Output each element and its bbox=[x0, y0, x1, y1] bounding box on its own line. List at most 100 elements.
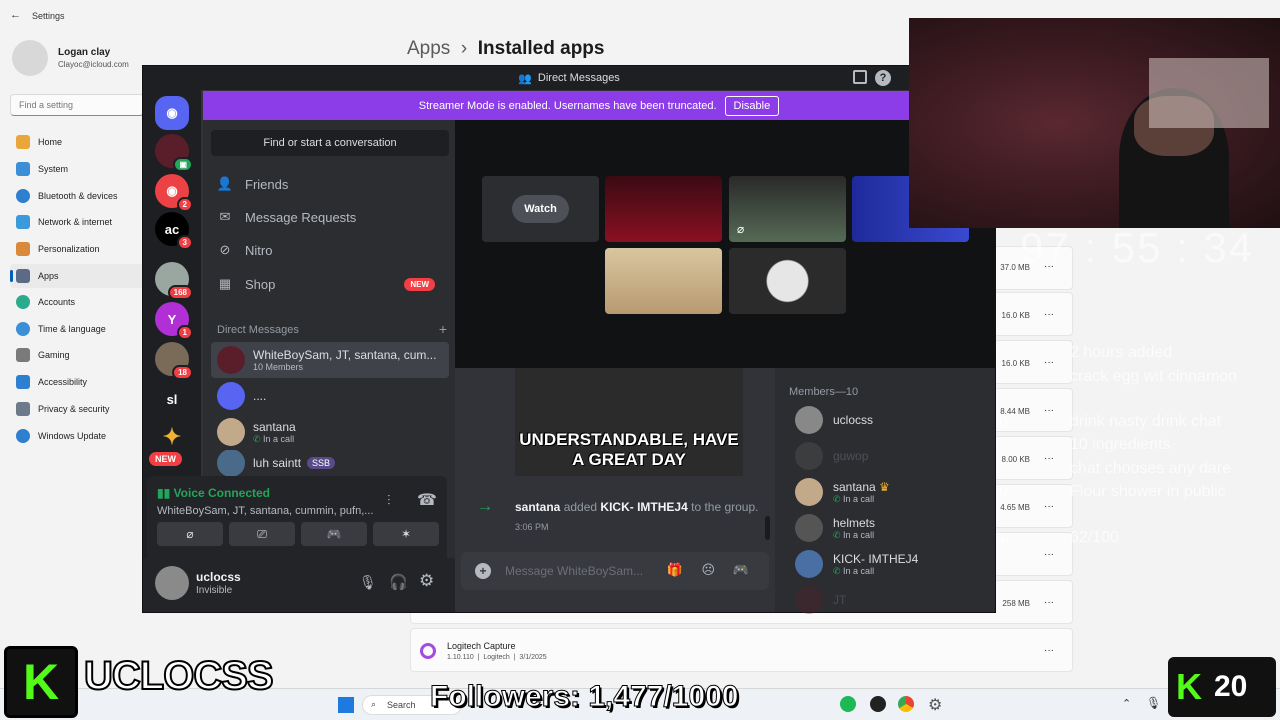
member-item[interactable]: guwop bbox=[795, 442, 868, 470]
chat-scrollbar[interactable] bbox=[765, 516, 770, 540]
nav-accessibility[interactable]: Accessibility bbox=[10, 370, 144, 394]
participant-tile[interactable] bbox=[605, 176, 722, 242]
more-options-icon[interactable]: ··· bbox=[1044, 645, 1054, 656]
dm-item[interactable]: santana ✆ In a call bbox=[211, 414, 449, 450]
more-options-icon[interactable]: ··· bbox=[1044, 405, 1054, 416]
more-options-icon[interactable]: ··· bbox=[1044, 357, 1054, 368]
more-options-icon[interactable]: ··· bbox=[1044, 453, 1054, 464]
server-icon[interactable]: Y1 bbox=[155, 302, 193, 340]
gift-icon[interactable]: 🎁 bbox=[667, 562, 683, 578]
nav-accounts[interactable]: Accounts bbox=[10, 290, 144, 314]
participant-tile[interactable] bbox=[605, 248, 722, 314]
server-icon[interactable]: ◉ 2 bbox=[155, 174, 193, 212]
nav-time[interactable]: Time & language bbox=[10, 317, 144, 341]
back-arrow-icon[interactable]: ← bbox=[10, 9, 21, 21]
add-dm-icon[interactable]: + bbox=[439, 322, 447, 336]
camera-off-button[interactable]: ⌀ bbox=[157, 522, 223, 546]
nav-shop[interactable]: ▦ Shop NEW bbox=[217, 270, 447, 298]
discord-titlebar: 👥 Direct Messages ? bbox=[143, 66, 995, 90]
settings-search-input[interactable]: Find a setting bbox=[10, 94, 144, 116]
kick-viewer-badge: K 20 bbox=[1168, 657, 1276, 717]
participant-tile[interactable] bbox=[729, 248, 846, 314]
meme-image[interactable]: UNDERSTANDABLE, HAVE A GREAT DAY bbox=[515, 366, 743, 476]
shield-icon bbox=[16, 402, 30, 416]
server-icon[interactable]: sl bbox=[155, 382, 189, 416]
nav-label: Home bbox=[38, 137, 63, 147]
member-item[interactable]: KICK- IMTHEJ4 ✆ In a call bbox=[795, 550, 918, 578]
nav-nitro[interactable]: ⊘ Nitro bbox=[217, 236, 447, 264]
inbox-icon[interactable] bbox=[853, 70, 867, 84]
member-item[interactable]: helmets ✆ In a call bbox=[795, 514, 875, 542]
server-icon[interactable]: 168 bbox=[155, 262, 193, 300]
breadcrumb-parent[interactable]: Apps bbox=[407, 38, 450, 59]
nav-system[interactable]: System bbox=[10, 157, 144, 181]
server-icon[interactable]: ▣ bbox=[155, 134, 193, 172]
windows-start-icon[interactable] bbox=[338, 697, 354, 713]
chrome-icon[interactable] bbox=[898, 696, 914, 712]
dm-sub: 10 Members bbox=[253, 362, 304, 372]
discord-home-icon[interactable]: ◉ bbox=[155, 96, 189, 130]
more-options-icon[interactable]: ··· bbox=[1044, 597, 1054, 608]
app-icon[interactable] bbox=[870, 696, 886, 712]
spotify-icon[interactable] bbox=[840, 696, 856, 712]
nav-label: Personalization bbox=[38, 244, 100, 254]
screen-share-button[interactable]: ⎚ bbox=[229, 522, 295, 546]
channel-name: UCLOCSS bbox=[83, 653, 275, 699]
chevron-up-icon[interactable]: ⌃ bbox=[1122, 697, 1131, 710]
nav-message-requests[interactable]: ✉ Message Requests bbox=[217, 203, 447, 231]
voice-title[interactable]: Voice Connected bbox=[174, 486, 270, 500]
msg-target[interactable]: KICK- IMTHEJ4 bbox=[600, 500, 687, 514]
soundboard-icon: ✶ bbox=[400, 527, 412, 541]
message-input[interactable]: + Message WhiteBoySam... 🎁 ☹ 🎮 bbox=[461, 552, 769, 590]
nav-friends[interactable]: 👤 Friends bbox=[217, 170, 447, 198]
microphone-icon[interactable]: 🎙 bbox=[359, 574, 377, 591]
settings-gear-icon[interactable]: ⚙ bbox=[419, 571, 434, 591]
disconnect-icon[interactable]: ☎ bbox=[417, 490, 437, 510]
disable-streamer-button[interactable]: Disable bbox=[724, 95, 780, 116]
soundboard-button[interactable]: ✶ bbox=[373, 522, 439, 546]
server-icon[interactable]: ac 3 bbox=[155, 212, 193, 250]
nav-privacy[interactable]: Privacy & security bbox=[10, 397, 144, 421]
nav-label: Privacy & security bbox=[38, 404, 110, 414]
activity-icon[interactable]: 🎮 bbox=[733, 562, 749, 578]
member-item[interactable]: santana ♛ ✆ In a call bbox=[795, 478, 890, 506]
noise-suppression-icon[interactable]: ⫶ bbox=[387, 492, 391, 509]
add-attachment-icon[interactable]: + bbox=[475, 563, 491, 579]
nav-home[interactable]: Home bbox=[10, 130, 144, 154]
shop-icon: ▦ bbox=[218, 276, 232, 291]
nav-label: Apps bbox=[38, 271, 59, 281]
member-item[interactable]: JT bbox=[795, 586, 846, 614]
activities-button[interactable]: 🎮 bbox=[301, 522, 367, 546]
msg-actor[interactable]: santana bbox=[515, 500, 560, 514]
help-icon[interactable]: ? bbox=[875, 70, 891, 86]
avatar bbox=[795, 550, 823, 578]
nav-bluetooth[interactable]: Bluetooth & devices bbox=[10, 184, 144, 208]
watch-tile[interactable]: Watch bbox=[482, 176, 599, 242]
headphones-icon[interactable]: 🎧 bbox=[389, 573, 408, 591]
more-options-icon[interactable]: ··· bbox=[1044, 549, 1054, 560]
call-icon: ✆ bbox=[833, 565, 844, 576]
dm-item[interactable]: WhiteBoySam, JT, santana, cum... 10 Membe… bbox=[211, 342, 449, 378]
nav-gaming[interactable]: Gaming bbox=[10, 343, 144, 367]
sticker-icon[interactable]: ☹ bbox=[701, 562, 715, 578]
server-icon[interactable]: 18 bbox=[155, 342, 193, 380]
discord-window: 👥 Direct Messages ? ◉ ▣ ◉ 2 ac 3 168 Y1 18… bbox=[143, 66, 995, 614]
nav-network[interactable]: Network & internet bbox=[10, 210, 144, 234]
watch-button[interactable]: Watch bbox=[512, 195, 569, 223]
more-options-icon[interactable]: ··· bbox=[1044, 309, 1054, 320]
app-version: 1.10.110 bbox=[447, 654, 474, 661]
nav-apps[interactable]: Apps bbox=[10, 264, 144, 288]
more-options-icon[interactable]: ··· bbox=[1044, 501, 1054, 512]
user-avatar[interactable] bbox=[155, 566, 189, 600]
microphone-icon[interactable]: 🎙 bbox=[1146, 696, 1161, 710]
nav-personalization[interactable]: Personalization bbox=[10, 237, 144, 261]
voice-channel[interactable]: WhiteBoySam, JT, santana, cummin, pufn,.… bbox=[157, 505, 373, 517]
find-conversation-button[interactable]: Find or start a conversation bbox=[211, 130, 449, 156]
settings-icon[interactable]: ⚙ bbox=[928, 695, 942, 715]
nav-windows-update[interactable]: Windows Update bbox=[10, 424, 144, 448]
member-item[interactable]: uclocss bbox=[795, 406, 873, 434]
sparkle-icon[interactable]: ✦ bbox=[155, 420, 189, 454]
dm-item[interactable]: .... bbox=[211, 378, 449, 414]
participant-tile[interactable]: ⌀ bbox=[729, 176, 846, 242]
dm-item[interactable]: luh saintt SSB bbox=[211, 450, 449, 476]
